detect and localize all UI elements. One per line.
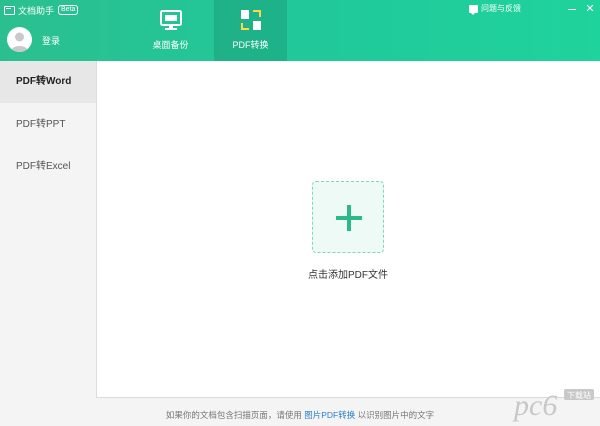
sidebar-item-pdf-to-word[interactable]: PDF转Word bbox=[0, 61, 96, 103]
tab-desktop-backup[interactable]: 桌面备份 bbox=[134, 0, 207, 61]
app-header: 文档助手 Beta 登录 桌面备份 PDF转换 问题与反馈 ✕ bbox=[0, 0, 600, 61]
feedback-label: 问题与反馈 bbox=[481, 4, 521, 13]
beta-badge: Beta bbox=[58, 5, 79, 15]
image-pdf-convert-link[interactable]: 图片PDF转换 bbox=[304, 410, 355, 420]
monitor-icon bbox=[159, 9, 183, 31]
tab-pdf-convert[interactable]: PDF转换 bbox=[214, 0, 287, 61]
app-logo-icon bbox=[4, 5, 15, 15]
sidebar-item-pdf-to-ppt[interactable]: PDF转PPT bbox=[0, 104, 96, 146]
avatar[interactable] bbox=[7, 27, 32, 52]
main-panel: 点击添加PDF文件 bbox=[97, 61, 600, 398]
footer-text-after: 以识别图片中的文字 bbox=[355, 410, 435, 420]
tab-desktop-backup-label: 桌面备份 bbox=[152, 40, 189, 50]
app-title-text: 文档助手 bbox=[18, 5, 55, 16]
pc6-watermark-logo: pc6 下载站 bbox=[512, 389, 594, 422]
svg-text:下载站: 下载站 bbox=[567, 390, 591, 400]
footer-hint: 如果你的文档包含扫描页面，请使用 图片PDF转换 以识别图片中的文字 bbox=[0, 409, 600, 421]
minimize-button[interactable] bbox=[566, 3, 578, 15]
app-title: 文档助手 Beta bbox=[4, 3, 79, 17]
svg-text:pc6: pc6 bbox=[512, 389, 557, 422]
tab-pdf-convert-label: PDF转换 bbox=[232, 40, 269, 50]
convert-icon bbox=[239, 9, 263, 31]
add-file-label: 点击添加PDF文件 bbox=[308, 270, 388, 281]
footer: 如果你的文档包含扫描页面，请使用 图片PDF转换 以识别图片中的文字 bbox=[0, 398, 600, 426]
chat-icon bbox=[469, 4, 478, 15]
plus-icon bbox=[336, 205, 362, 231]
sidebar: PDF转Word PDF转PPT PDF转Excel bbox=[0, 61, 97, 398]
feedback-link[interactable]: 问题与反馈 bbox=[469, 3, 521, 15]
login-link[interactable]: 登录 bbox=[42, 34, 60, 47]
sidebar-item-pdf-to-excel[interactable]: PDF转Excel bbox=[0, 146, 96, 188]
close-button[interactable]: ✕ bbox=[584, 3, 596, 15]
add-file-button[interactable] bbox=[312, 181, 384, 253]
user-avatar-icon bbox=[10, 32, 29, 52]
footer-text-before: 如果你的文档包含扫描页面，请使用 bbox=[165, 410, 305, 420]
